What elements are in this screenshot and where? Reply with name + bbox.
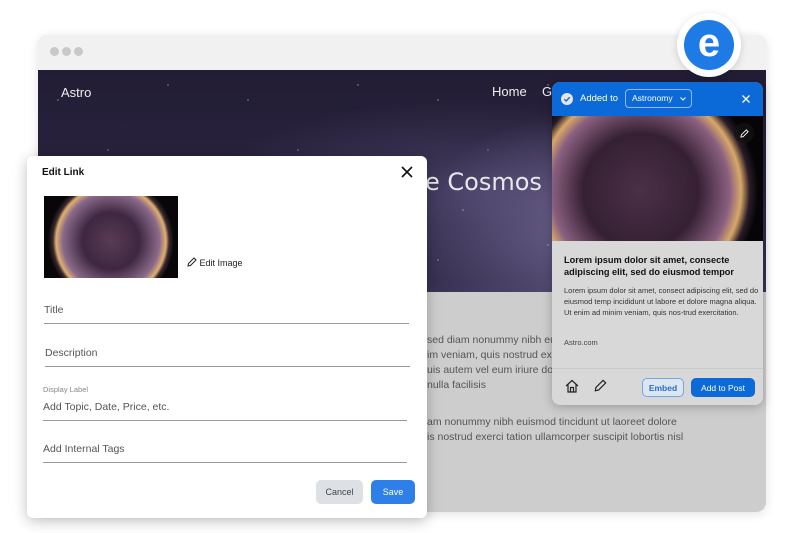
title-input[interactable]: Title <box>44 304 409 324</box>
hero-title: e Cosmos <box>425 168 542 196</box>
check-circle-icon <box>561 93 573 105</box>
body-paragraph: am nonummy nibh euismod tincidunt ut lao… <box>427 416 684 443</box>
card-image <box>552 116 763 241</box>
add-to-post-button[interactable]: Add to Post <box>691 378 755 397</box>
card-header: Added to Astronomy <box>552 82 763 116</box>
link-thumbnail <box>44 196 178 278</box>
edit-image-button[interactable]: Edit Image <box>187 257 243 268</box>
internal-tags-input[interactable]: Add Internal Tags <box>43 443 407 463</box>
home-icon[interactable] <box>565 379 579 393</box>
nav-home[interactable]: Home <box>492 84 527 99</box>
dialog-title: Edit Link <box>42 167 85 178</box>
pencil-icon <box>739 128 749 138</box>
card-description: Lorem ipsum dolor sit amet, consect adip… <box>564 286 759 317</box>
edit-link-dialog: Edit Link Edit Image Title Description D… <box>27 156 427 518</box>
pencil-icon[interactable] <box>594 379 607 392</box>
display-label-input[interactable]: Add Topic, Date, Price, etc. <box>43 401 407 421</box>
display-label-caption: Display Label <box>43 385 89 394</box>
close-icon[interactable] <box>742 95 750 103</box>
added-to-collection-card: Added to Astronomy Lorem ipsum dolor sit… <box>552 82 763 405</box>
e-logo-icon: e <box>684 20 734 70</box>
card-source: Astro.com <box>564 338 598 347</box>
close-icon[interactable] <box>401 165 413 183</box>
embed-button[interactable]: Embed <box>642 378 684 397</box>
title-bar <box>38 35 766 70</box>
window-dot <box>50 47 59 56</box>
window-dot <box>74 47 83 56</box>
description-input[interactable]: Description <box>45 347 410 367</box>
chevron-down-icon <box>679 97 686 101</box>
cancel-button[interactable]: Cancel <box>316 480 363 504</box>
save-button[interactable]: Save <box>371 480 415 504</box>
site-brand[interactable]: Astro <box>61 85 91 100</box>
extension-logo[interactable]: e <box>677 13 741 77</box>
pencil-icon <box>187 257 197 267</box>
edit-image-button[interactable] <box>734 123 754 143</box>
window-dot <box>62 47 71 56</box>
added-to-label: Added to <box>580 93 619 104</box>
collection-dropdown[interactable]: Astronomy <box>625 89 692 108</box>
card-title: Lorem ipsum dolor sit amet, consecte adi… <box>564 255 734 277</box>
